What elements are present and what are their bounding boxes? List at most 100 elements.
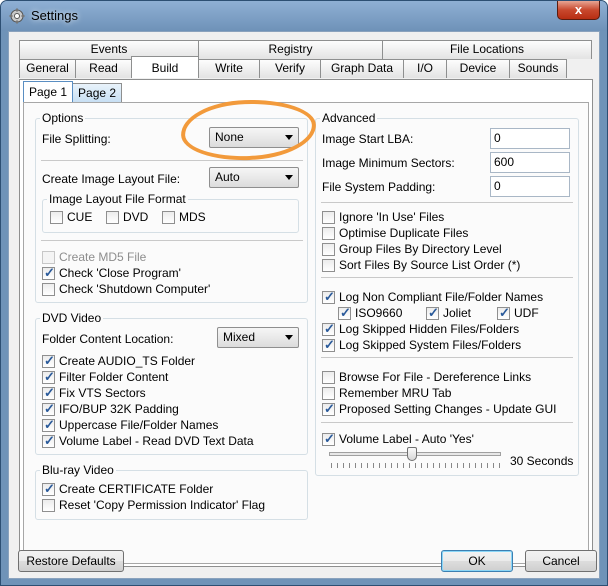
image-minimum-sectors-input[interactable]: 600 xyxy=(490,152,570,173)
checkbox-optimise-duplicates[interactable]: Optimise Duplicate Files xyxy=(322,226,468,240)
checkbox-create-certificate[interactable]: Create CERTIFICATE Folder xyxy=(42,481,213,497)
checkbox-box[interactable] xyxy=(322,258,335,272)
checkbox-mds[interactable]: MDS xyxy=(162,210,206,224)
checkbox-box[interactable] xyxy=(322,210,335,224)
tab-sounds[interactable]: Sounds xyxy=(509,59,567,78)
checkbox-filter-folder-content[interactable]: Filter Folder Content xyxy=(42,369,168,385)
checkbox-shutdown-computer[interactable]: Check 'Shutdown Computer' xyxy=(42,282,210,296)
checkbox-dvd[interactable]: DVD xyxy=(106,210,148,224)
checkbox-box[interactable] xyxy=(42,498,55,512)
tab-device[interactable]: Device xyxy=(446,59,510,78)
chevron-down-icon xyxy=(285,175,293,180)
image-layout-value: Auto xyxy=(215,170,240,184)
checkbox-box[interactable] xyxy=(426,305,439,321)
folder-content-location-value: Mixed xyxy=(223,330,256,344)
checkbox-create-md5[interactable]: Create MD5 File xyxy=(42,250,146,264)
checkbox-iso9660[interactable]: ISO9660 xyxy=(338,305,402,321)
dvd-video-group-title: DVD Video xyxy=(40,311,104,325)
checkbox-udf[interactable]: UDF xyxy=(497,305,539,321)
checkbox-ignore-in-use[interactable]: Ignore 'In Use' Files xyxy=(322,210,444,224)
separator xyxy=(321,422,573,423)
file-system-padding-label: File System Padding: xyxy=(322,180,436,194)
checkbox-box[interactable] xyxy=(42,417,55,433)
ok-button[interactable]: OK xyxy=(441,550,513,572)
checkbox-box[interactable] xyxy=(322,321,335,337)
checkbox-box[interactable] xyxy=(42,433,55,449)
image-layout-select[interactable]: Auto xyxy=(209,167,299,188)
window-title: Settings xyxy=(31,8,78,23)
checkbox-ifo-bup-padding[interactable]: IFO/BUP 32K Padding xyxy=(42,401,179,417)
checkbox-close-program[interactable]: Check 'Close Program' xyxy=(42,265,181,281)
checkbox-box[interactable] xyxy=(162,210,175,224)
checkbox-box[interactable] xyxy=(322,289,335,305)
tab-write[interactable]: Write xyxy=(198,59,260,78)
checkbox-cue[interactable]: CUE xyxy=(50,210,92,224)
checkbox-box[interactable] xyxy=(322,337,335,353)
checkbox-browse-dereference[interactable]: Browse For File - Dereference Links xyxy=(322,370,531,384)
checkbox-box[interactable] xyxy=(42,282,55,296)
checkbox-box[interactable] xyxy=(322,431,335,447)
title-bar[interactable]: Settings x xyxy=(1,1,607,31)
checkbox-box[interactable] xyxy=(322,401,335,417)
dialog-body: Events Registry File Locations General R… xyxy=(8,31,600,579)
image-minimum-sectors-label: Image Minimum Sectors: xyxy=(322,156,455,170)
cancel-button[interactable]: Cancel xyxy=(525,550,597,572)
checkbox-proposed-setting-changes[interactable]: Proposed Setting Changes - Update GUI xyxy=(322,401,556,417)
checkbox-group-by-directory[interactable]: Group Files By Directory Level xyxy=(322,242,502,256)
checkbox-box[interactable] xyxy=(322,242,335,256)
checkbox-box[interactable] xyxy=(42,385,55,401)
tab-general[interactable]: General xyxy=(19,59,76,78)
tab-build[interactable]: Build xyxy=(131,56,199,78)
checkbox-box[interactable] xyxy=(322,386,335,400)
image-layout-format-title: Image Layout File Format xyxy=(47,192,188,206)
tab-file-locations[interactable]: File Locations xyxy=(382,40,592,59)
timeout-slider-thumb[interactable] xyxy=(406,447,417,461)
tab-row-top: Events Registry File Locations xyxy=(19,40,592,59)
folder-content-location-select[interactable]: Mixed xyxy=(217,327,299,348)
checkbox-box[interactable] xyxy=(42,481,55,497)
subtab-page-2[interactable]: Page 2 xyxy=(72,83,123,102)
checkbox-log-system[interactable]: Log Skipped System Files/Folders xyxy=(322,337,521,353)
file-system-padding-input[interactable]: 0 xyxy=(490,176,570,197)
checkbox-uppercase-names[interactable]: Uppercase File/Folder Names xyxy=(42,417,218,433)
checkbox-log-noncompliant[interactable]: Log Non Compliant File/Folder Names xyxy=(322,289,543,305)
checkbox-box[interactable] xyxy=(322,226,335,240)
checkbox-box[interactable] xyxy=(42,265,55,281)
restore-defaults-button[interactable]: Restore Defaults xyxy=(18,550,124,572)
checkbox-log-hidden[interactable]: Log Skipped Hidden Files/Folders xyxy=(322,321,519,337)
file-splitting-label: File Splitting: xyxy=(42,132,111,146)
checkbox-box[interactable] xyxy=(497,305,510,321)
checkbox-sort-by-source[interactable]: Sort Files By Source List Order (*) xyxy=(322,258,520,272)
separator xyxy=(321,357,573,358)
tab-registry[interactable]: Registry xyxy=(198,40,383,59)
subtab-row: Page 1 Page 2 xyxy=(23,81,123,102)
close-button[interactable]: x xyxy=(557,1,600,20)
tab-read[interactable]: Read xyxy=(75,59,132,78)
tab-graph-data[interactable]: Graph Data xyxy=(320,59,404,78)
checkbox-box[interactable] xyxy=(50,210,63,224)
checkbox-box[interactable] xyxy=(106,210,119,224)
checkbox-box[interactable] xyxy=(42,353,55,369)
checkbox-box[interactable] xyxy=(42,401,55,417)
tab-io[interactable]: I/O xyxy=(403,59,447,78)
folder-content-location-label: Folder Content Location: xyxy=(42,332,174,346)
image-start-lba-input[interactable]: 0 xyxy=(490,128,570,149)
checkbox-box[interactable] xyxy=(42,250,55,264)
checkbox-box[interactable] xyxy=(322,370,335,384)
tab-verify[interactable]: Verify xyxy=(259,59,321,78)
checkbox-joliet[interactable]: Joliet xyxy=(426,305,471,321)
checkbox-box[interactable] xyxy=(338,305,351,321)
checkbox-box[interactable] xyxy=(42,369,55,385)
checkbox-fix-vts-sectors[interactable]: Fix VTS Sectors xyxy=(42,385,146,401)
settings-window: Settings x Events Registry File Location… xyxy=(0,0,608,586)
checkbox-reset-copy-permission[interactable]: Reset 'Copy Permission Indicator' Flag xyxy=(42,498,265,512)
checkbox-volume-label-auto[interactable]: Volume Label - Auto 'Yes' xyxy=(322,431,474,447)
checkbox-create-audio-ts[interactable]: Create AUDIO_TS Folder xyxy=(42,353,195,369)
checkbox-remember-mru-tab[interactable]: Remember MRU Tab xyxy=(322,386,451,400)
file-splitting-select[interactable]: None xyxy=(209,127,299,148)
checkbox-volume-label-dvd-text[interactable]: Volume Label - Read DVD Text Data xyxy=(42,433,254,449)
chevron-down-icon xyxy=(285,135,293,140)
subtab-page-1[interactable]: Page 1 xyxy=(23,81,74,102)
settings-app-icon xyxy=(9,8,25,24)
timeout-slider-value: 30 Seconds xyxy=(510,454,574,468)
